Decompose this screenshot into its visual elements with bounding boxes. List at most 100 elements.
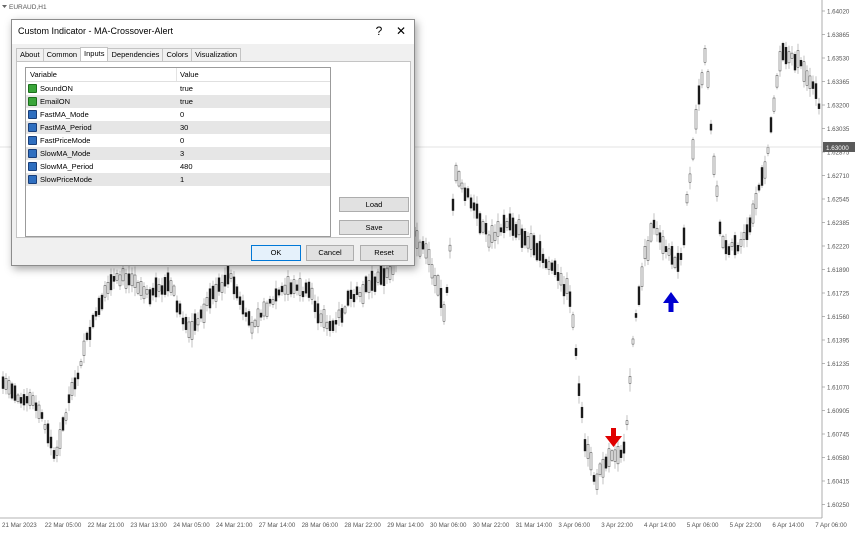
candle-body [355,286,359,295]
candle-body [52,450,56,459]
candle-body [682,227,686,246]
tab-dependencies[interactable]: Dependencies [107,48,164,61]
table-row[interactable]: EmailON true [26,95,330,108]
candle-body [280,285,284,293]
candle-body [424,243,428,259]
candle-body [196,318,200,326]
price-tick-label: 1.63200 [827,102,850,109]
candle-body [199,309,203,319]
candle-body [73,377,77,390]
cancel-button[interactable]: Cancel [306,245,354,261]
candle-body [787,51,791,64]
candle-body [478,213,482,234]
candle-body [79,361,83,366]
candle-body [124,273,128,289]
candle-body [718,221,722,235]
candle-body [715,185,719,197]
candle-body [46,423,50,444]
candle-body [298,278,302,296]
candle-body [772,97,776,112]
candle-body [214,283,218,302]
candle-body [343,306,347,314]
candle-body [574,347,578,356]
table-row[interactable]: SlowMA_Mode 3 [26,147,330,160]
close-icon[interactable]: ✕ [392,23,410,39]
candle-body [490,225,494,243]
table-row[interactable]: FastPriceMode 0 [26,134,330,147]
candle-body [427,249,431,265]
candle-body [115,273,119,281]
candle-body [61,417,65,431]
time-tick-label: 23 Mar 13:00 [130,522,167,529]
tab-visualization[interactable]: Visualization [191,48,242,61]
candle-body [31,395,35,406]
integer-param-icon [28,136,37,145]
time-tick-label: 5 Apr 06:00 [687,522,719,529]
dialog-titlebar[interactable]: Custom Indicator - MA-Crossover-Alert ? … [12,20,414,44]
table-row[interactable]: SlowMA_Period 480 [26,160,330,173]
candle-body [277,289,281,296]
candle-body [226,265,230,285]
candle-body [523,231,527,246]
candle-body [640,266,644,287]
candle-body [421,240,425,250]
header-value[interactable]: Value [180,70,199,79]
candle-body [814,83,818,99]
table-row[interactable]: FastMA_Mode 0 [26,108,330,121]
candle-body [64,412,68,421]
candle-body [742,232,746,240]
candle-body [160,285,164,295]
tab-colors[interactable]: Colors [162,48,193,61]
candle-body [619,449,623,458]
price-tick-label: 1.61235 [827,361,850,368]
load-button[interactable]: Load [339,197,409,212]
candle-body [286,276,290,295]
candle-body [34,402,38,411]
candle-body [274,288,278,302]
candle-body [217,277,221,292]
candle-body [610,450,614,461]
custom-indicator-dialog: Custom Indicator - MA-Crossover-Alert ? … [11,19,415,266]
candle-body [187,321,191,338]
candle-body [382,268,386,286]
candle-body [559,273,563,286]
candle-body [253,319,257,327]
table-row[interactable]: SlowPriceMode 1 [26,173,330,186]
candle-body [604,456,608,469]
candle-body [112,276,116,282]
header-variable[interactable]: Variable [30,70,57,79]
price-tick-label: 1.60745 [827,431,850,438]
save-button[interactable]: Save [339,220,409,235]
candle-body [535,243,539,261]
table-row[interactable]: FastMA_Period 30 [26,121,330,134]
candle-body [760,167,764,186]
candle-body [469,197,473,209]
time-tick-label: 27 Mar 14:00 [259,522,296,529]
reset-button[interactable]: Reset [360,245,408,261]
candle-body [661,236,665,254]
candle-body [649,223,653,242]
table-row[interactable]: SoundON true [26,82,330,95]
tab-about[interactable]: About [16,48,44,61]
candle-body [361,284,365,304]
candle-body [643,246,647,260]
tab-inputs[interactable]: Inputs [80,47,109,61]
time-tick-label: 28 Mar 06:00 [302,522,339,529]
candle-body [385,267,389,278]
integer-param-icon [28,162,37,171]
candle-body [232,276,236,295]
time-tick-label: 24 Mar 21:00 [216,522,253,529]
candle-body [265,302,269,317]
candle-body [799,59,803,67]
candle-body [685,194,689,204]
candle-body [283,284,287,295]
candle-body [778,51,782,72]
price-tick-label: 1.61560 [827,314,850,321]
candle-body [211,285,215,300]
candle-body [751,203,755,224]
help-button[interactable]: ? [370,23,388,39]
candle-body [766,147,770,154]
price-tick-label: 1.62220 [827,243,850,250]
tab-common[interactable]: Common [42,48,82,61]
ok-button[interactable]: OK [251,245,301,261]
